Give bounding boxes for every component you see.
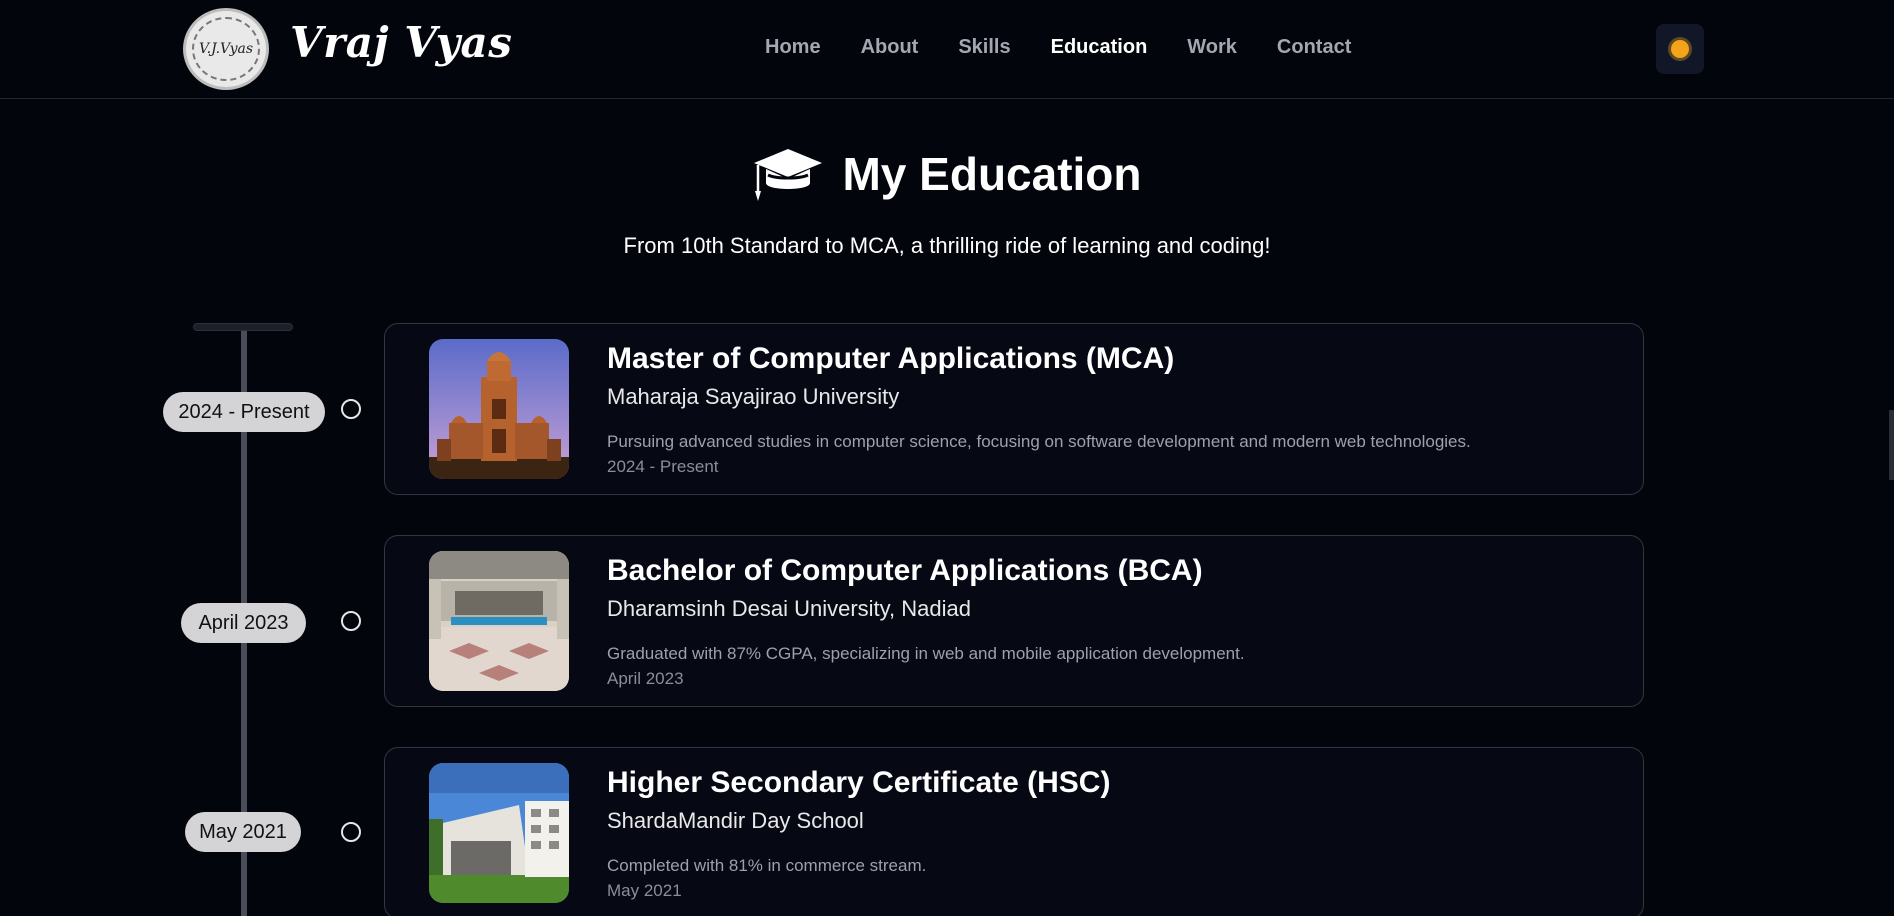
brand-name[interactable]: Vraj Vyas bbox=[290, 18, 512, 67]
institution-name: Dharamsinh Desai University, Nadiad bbox=[607, 596, 971, 621]
degree-title: Bachelor of Computer Applications (BCA) bbox=[607, 554, 1203, 587]
theme-toggle-button[interactable] bbox=[1656, 24, 1704, 74]
main-nav: Home About Skills Education Work Contact bbox=[765, 36, 1391, 59]
education-description: Completed with 81% in commerce stream. bbox=[607, 856, 927, 875]
timeline-dot bbox=[341, 399, 361, 419]
nav-about[interactable]: About bbox=[861, 36, 919, 59]
timeline-cap bbox=[193, 323, 293, 331]
date-pill: 2024 - Present bbox=[163, 392, 325, 432]
scrollbar-thumb[interactable] bbox=[1889, 410, 1894, 480]
sun-icon bbox=[1671, 40, 1689, 58]
graduation-cap-icon bbox=[754, 149, 823, 201]
education-description: Pursuing advanced studies in computer sc… bbox=[607, 432, 1471, 451]
date-pill: May 2021 bbox=[185, 812, 301, 852]
degree-title: Higher Secondary Certificate (HSC) bbox=[607, 766, 1111, 799]
date-pill: April 2023 bbox=[181, 603, 306, 643]
page-subtitle: From 10th Standard to MCA, a thrilling r… bbox=[623, 233, 1271, 258]
page-title: My Education bbox=[842, 148, 1142, 200]
nav-work[interactable]: Work bbox=[1187, 36, 1237, 59]
logo[interactable]: V.J.Vyas bbox=[183, 8, 269, 90]
education-period: April 2023 bbox=[607, 669, 684, 688]
education-card-bca: Bachelor of Computer Applications (BCA) … bbox=[384, 535, 1644, 707]
degree-title: Master of Computer Applications (MCA) bbox=[607, 342, 1175, 375]
nav-skills[interactable]: Skills bbox=[958, 36, 1010, 59]
school-image bbox=[429, 763, 569, 903]
timeline-dot bbox=[341, 611, 361, 631]
education-period: May 2021 bbox=[607, 881, 682, 900]
logo-text: V.J.Vyas bbox=[198, 41, 254, 57]
education-period: 2024 - Present bbox=[607, 457, 719, 476]
institution-name: ShardaMandir Day School bbox=[607, 808, 864, 833]
section-heading: My Education bbox=[0, 145, 1894, 203]
nav-home[interactable]: Home bbox=[765, 36, 821, 59]
university-image bbox=[429, 339, 569, 479]
university-image bbox=[429, 551, 569, 691]
institution-name: Maharaja Sayajirao University bbox=[607, 384, 900, 409]
nav-education[interactable]: Education bbox=[1051, 36, 1148, 59]
education-card-mca: Master of Computer Applications (MCA) Ma… bbox=[384, 323, 1644, 495]
site-header: V.J.Vyas Vraj Vyas Home About Skills Edu… bbox=[0, 0, 1894, 99]
education-card-hsc: Higher Secondary Certificate (HSC) Shard… bbox=[384, 747, 1644, 916]
education-description: Graduated with 87% CGPA, specializing in… bbox=[607, 644, 1245, 663]
nav-contact[interactable]: Contact bbox=[1277, 36, 1351, 59]
timeline-dot bbox=[341, 822, 361, 842]
